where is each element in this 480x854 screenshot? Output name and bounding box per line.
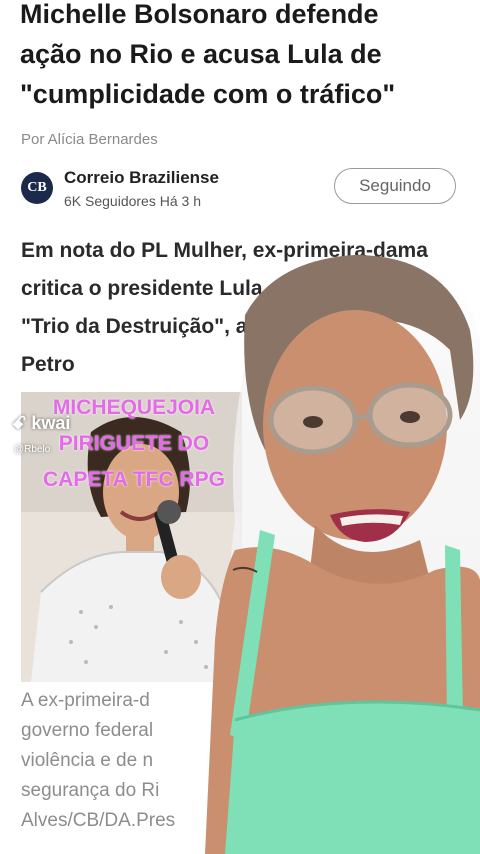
headline-line: Michelle Bolsonaro defende (20, 0, 379, 29)
kwai-label: kwai (31, 413, 71, 433)
kwai-logo-icon: ꗃ (12, 413, 27, 433)
source-meta: 6K Seguidores Há 3 h (64, 193, 201, 209)
source-row: CB Correio Braziliense 6K Seguidores Há … (21, 168, 461, 209)
headline-line: "cumplicidade com o tráfico" (20, 79, 396, 109)
overlay-caption-line: CAPETA TFC RPG (43, 468, 225, 491)
kwai-handle: @Rbelo (14, 444, 51, 455)
following-button[interactable]: Seguindo (334, 168, 456, 204)
article-byline: Por Alícia Bernardes (21, 131, 158, 148)
screen: Michelle Bolsonaro defende ação no Rio e… (0, 0, 480, 854)
person-overlay-video (205, 248, 480, 854)
kwai-watermark: ꗃ kwai (12, 413, 70, 434)
source-name[interactable]: Correio Braziliense (64, 168, 219, 188)
headline-line: ação no Rio e acusa Lula de (20, 39, 382, 69)
source-logo[interactable]: CB (21, 172, 53, 204)
article-headline: Michelle Bolsonaro defende ação no Rio e… (20, 0, 470, 114)
